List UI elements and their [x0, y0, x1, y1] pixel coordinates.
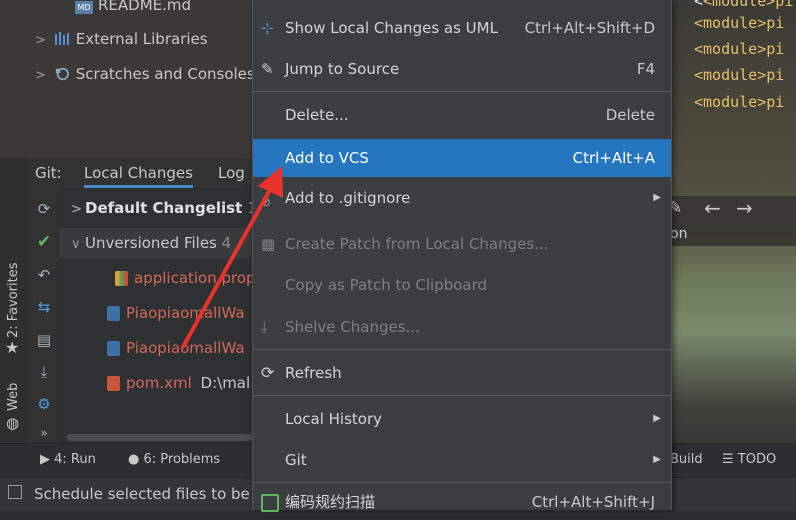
annotation-arrow [181, 166, 283, 349]
